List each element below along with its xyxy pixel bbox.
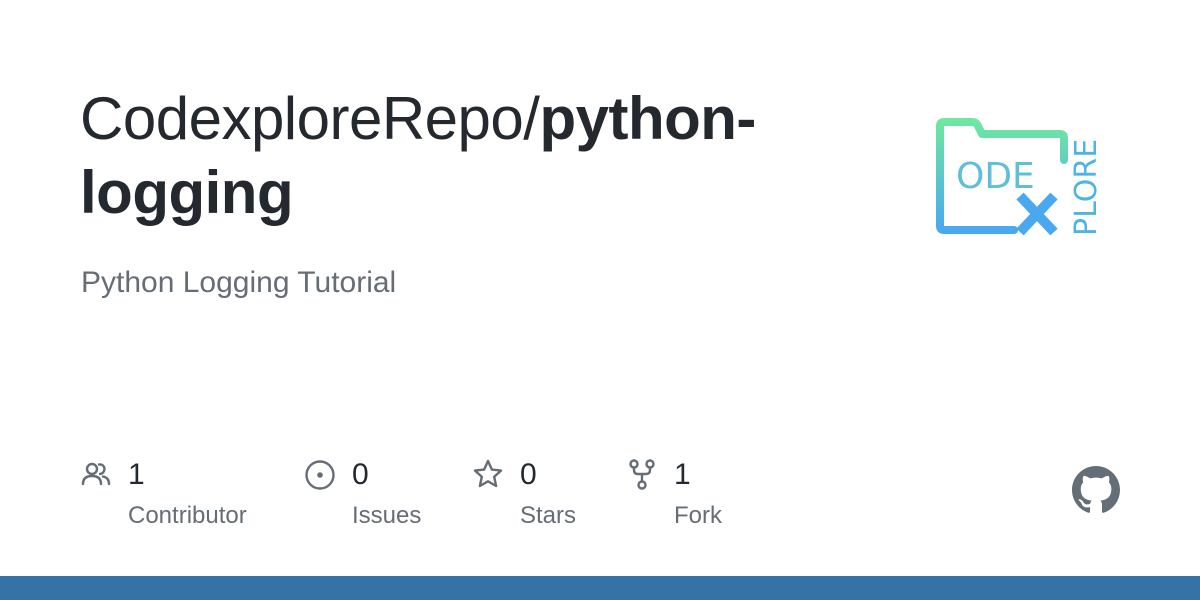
stat-count: 1 bbox=[128, 458, 145, 491]
stat-label: Issues bbox=[352, 502, 422, 529]
language-bar bbox=[0, 576, 1200, 600]
social-preview-card: CodexploreRepo/python-logging Python Log… bbox=[0, 0, 1200, 600]
repo-owner[interactable]: CodexploreRepo/ bbox=[80, 85, 540, 152]
stat-label: Stars bbox=[520, 502, 577, 529]
logo-x bbox=[1016, 192, 1058, 236]
people-icon bbox=[81, 462, 111, 486]
stat-count: 1 bbox=[674, 458, 691, 491]
stat-count: 0 bbox=[352, 458, 369, 491]
repo-description: Python Logging Tutorial bbox=[81, 266, 397, 299]
fork-icon bbox=[629, 459, 655, 490]
logo-text-plore: PLORE bbox=[1069, 139, 1104, 236]
stat-label: Fork bbox=[674, 502, 722, 529]
stat-count: 0 bbox=[520, 458, 537, 491]
github-icon[interactable] bbox=[1072, 466, 1120, 514]
issue-icon bbox=[305, 460, 335, 490]
logo-text-ode: ODE bbox=[956, 156, 1035, 197]
star-icon bbox=[473, 459, 503, 488]
codexplore-logo: ODE PLORE bbox=[936, 118, 1104, 236]
stat-label: Contributor bbox=[128, 502, 247, 529]
page-title: CodexploreRepo/python-logging bbox=[80, 82, 860, 230]
